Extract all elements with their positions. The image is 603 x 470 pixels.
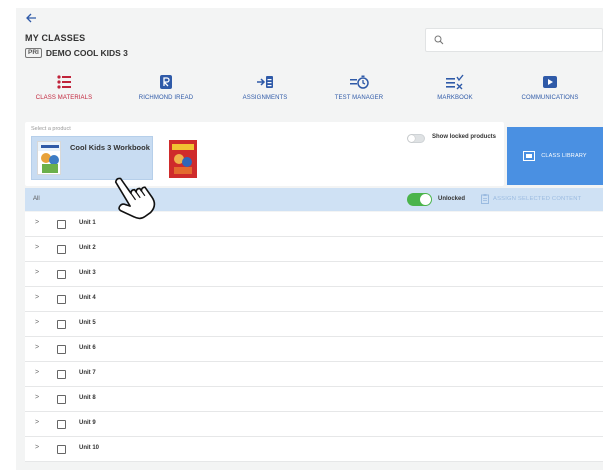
unit-label: Unit 4: [79, 295, 96, 301]
unit-checkbox[interactable]: [57, 370, 66, 379]
units-list: > Unit 1 > Unit 2 > Unit 3 > Unit 4 > Unit 5 …: [25, 212, 603, 462]
unit-label: Unit 2: [79, 245, 96, 251]
unit-checkbox[interactable]: [57, 245, 66, 254]
main-nav: CLASS MATERIALS RICHMOND IREAD ASSIGNMEN…: [16, 74, 603, 104]
chevron-right-icon[interactable]: >: [35, 269, 39, 276]
chevron-right-icon[interactable]: >: [35, 419, 39, 426]
unit-row[interactable]: > Unit 4: [25, 287, 603, 312]
class-name: DEMO COOL KIDS 3: [45, 48, 128, 58]
nav-label: ASSIGNMENTS: [242, 95, 288, 101]
unlocked-toggle[interactable]: [407, 193, 432, 206]
show-locked-toggle[interactable]: [407, 134, 425, 143]
unit-row[interactable]: > Unit 8: [25, 387, 603, 412]
unit-row[interactable]: > Unit 3: [25, 262, 603, 287]
unit-checkbox[interactable]: [57, 445, 66, 454]
play-box-icon: [543, 76, 557, 88]
app-window: MY CLASSES PRI DEMO COOL KIDS 3 CLASS MA…: [16, 8, 603, 470]
nav-class-materials[interactable]: CLASS MATERIALS: [16, 74, 112, 104]
unit-checkbox[interactable]: [57, 295, 66, 304]
book-r-icon: [160, 75, 172, 89]
unit-checkbox[interactable]: [57, 395, 66, 404]
unlocked-label: Unlocked: [438, 196, 466, 202]
unit-label: Unit 10: [79, 445, 100, 451]
unit-label: Unit 3: [79, 270, 96, 276]
unit-label: Unit 7: [79, 370, 96, 376]
product-name: Cool Kids 3 Workbook: [70, 143, 150, 152]
select-product-label: Select a product: [31, 126, 71, 132]
unit-label: Unit 8: [79, 395, 96, 401]
arrow-list-icon: [257, 76, 273, 88]
unit-checkbox[interactable]: [57, 220, 66, 229]
unit-row[interactable]: > Unit 9: [25, 412, 603, 437]
nav-label: RICHMOND IREAD: [138, 95, 194, 101]
level-badge: PRI: [25, 48, 42, 58]
library-icon: [523, 151, 536, 161]
product-thumbnail-other[interactable]: [169, 140, 197, 178]
chevron-right-icon[interactable]: >: [35, 444, 39, 451]
grade-icon: [446, 74, 464, 90]
unit-checkbox[interactable]: [57, 345, 66, 354]
nav-test-manager[interactable]: TEST MANAGER: [311, 74, 407, 104]
product-selector: Select a product Cool Kids 3 Workbook Sh…: [25, 122, 504, 186]
assign-selected-button[interactable]: ASSIGN SELECTED CONTENT: [481, 194, 581, 204]
unit-label: Unit 5: [79, 320, 96, 326]
nav-richmond-iread[interactable]: RICHMOND IREAD: [118, 74, 214, 104]
nav-label: COMMUNICATIONS: [521, 95, 579, 101]
unit-checkbox[interactable]: [57, 420, 66, 429]
unit-label: Unit 6: [79, 345, 96, 351]
class-library-button[interactable]: CLASS LIBRARY: [507, 127, 603, 185]
unit-label: Unit 1: [79, 220, 96, 226]
timer-icon: [350, 75, 369, 89]
unit-row[interactable]: > Unit 2: [25, 237, 603, 262]
all-label: All: [33, 196, 40, 202]
nav-communications[interactable]: COMMUNICATIONS: [502, 74, 598, 104]
nav-assignments[interactable]: ASSIGNMENTS: [217, 74, 313, 104]
page-title: MY CLASSES: [25, 33, 86, 43]
chevron-right-icon[interactable]: >: [35, 394, 39, 401]
unit-row[interactable]: > Unit 7: [25, 362, 603, 387]
class-selector[interactable]: PRI DEMO COOL KIDS 3: [25, 47, 128, 59]
search-icon: [434, 35, 444, 45]
chevron-right-icon[interactable]: >: [35, 219, 39, 226]
chevron-right-icon[interactable]: >: [35, 319, 39, 326]
clipboard-icon: [481, 194, 489, 204]
back-arrow-icon[interactable]: [25, 12, 37, 24]
class-library-label: CLASS LIBRARY: [541, 153, 587, 159]
chevron-right-icon[interactable]: >: [35, 244, 39, 251]
show-locked-label: Show locked products: [432, 134, 497, 140]
unit-checkbox[interactable]: [57, 320, 66, 329]
nav-label: MARKBOOK: [437, 95, 473, 101]
unit-row[interactable]: > Unit 5: [25, 312, 603, 337]
hand-cursor-icon: [114, 177, 156, 220]
list-icon: [57, 75, 71, 89]
unit-label: Unit 9: [79, 420, 96, 426]
search-input[interactable]: [425, 28, 603, 52]
nav-label: TEST MANAGER: [334, 95, 384, 101]
unit-checkbox[interactable]: [57, 270, 66, 279]
nav-label: CLASS MATERIALS: [35, 95, 93, 101]
unit-row[interactable]: > Unit 6: [25, 337, 603, 362]
assign-selected-label: ASSIGN SELECTED CONTENT: [493, 196, 582, 202]
unit-row[interactable]: > Unit 10: [25, 437, 603, 462]
chevron-right-icon[interactable]: >: [35, 294, 39, 301]
nav-markbook[interactable]: MARKBOOK: [407, 74, 503, 104]
chevron-right-icon[interactable]: >: [35, 369, 39, 376]
chevron-right-icon[interactable]: >: [35, 344, 39, 351]
workbook-cover-thumbnail: [37, 141, 61, 175]
